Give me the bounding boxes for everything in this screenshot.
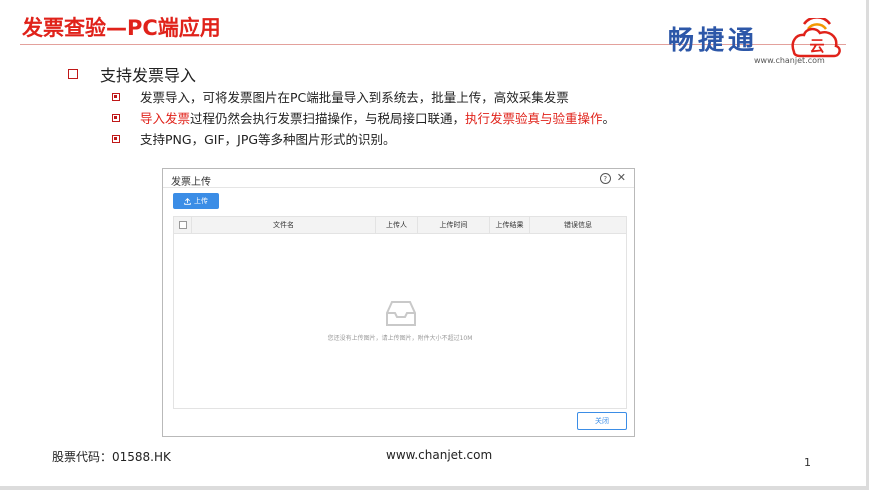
- cloud-logo-icon: 云: [791, 18, 841, 58]
- select-all-column: [174, 217, 192, 233]
- empty-state-text: 您还没有上传图片，请上传图片，附件大小不超过10M: [327, 335, 473, 342]
- column-header-filename: 文件名: [192, 217, 376, 233]
- cloud-char: 云: [809, 37, 824, 55]
- column-header-uploader: 上传人: [376, 217, 418, 233]
- empty-inbox-icon: [386, 301, 416, 326]
- invoice-upload-dialog: 发票上传 ? ✕ 上传 文件名 上传人 上传时间 上传结果 错误信息 您还没有上…: [162, 168, 635, 437]
- sub-bullet-1: 发票导入，可将发票图片在PC端批量导入到系统去，批量上传，高效采集发票: [112, 87, 569, 106]
- column-header-upload-time: 上传时间: [418, 217, 490, 233]
- close-button[interactable]: 关闭: [577, 412, 627, 430]
- square-bullet-icon: [68, 69, 78, 79]
- table-header: 文件名 上传人 上传时间 上传结果 错误信息: [174, 217, 626, 234]
- logo-text: 畅捷通: [668, 26, 759, 56]
- sub-bullet-icon: [112, 92, 120, 101]
- highlight-text: 导入发票: [140, 111, 191, 126]
- upload-file-table: 文件名 上传人 上传时间 上传结果 错误信息 您还没有上传图片，请上传图片，附件…: [173, 216, 627, 409]
- sub-bullet-text: 。: [602, 111, 616, 126]
- close-icon[interactable]: ✕: [617, 171, 626, 184]
- select-all-checkbox[interactable]: [179, 221, 187, 229]
- sub-bullet-text: 支持PNG，GIF，JPG等多种图片形式的识别。: [140, 132, 396, 147]
- sub-bullet-text: 过程仍然会执行发票扫描操作，与税局接口联通，: [190, 111, 466, 126]
- upload-button-label: 上传: [194, 197, 208, 205]
- highlight-text: 执行发票验真与验重操作: [465, 111, 603, 126]
- page-number: 1: [804, 456, 811, 469]
- logo-url: www.chanjet.com: [754, 56, 825, 65]
- column-header-error-info: 错误信息: [564, 221, 592, 229]
- slide-title: 发票查验—PC端应用: [22, 16, 221, 40]
- main-bullet: 支持发票导入: [68, 62, 196, 86]
- main-bullet-text: 支持发票导入: [100, 66, 197, 85]
- slide: 发票查验—PC端应用 畅捷通 云 www.chanjet.com 支持发票导入 …: [0, 0, 866, 486]
- footer-website: www.chanjet.com: [386, 448, 493, 462]
- sub-bullet-3: 支持PNG，GIF，JPG等多种图片形式的识别。: [112, 129, 396, 148]
- column-header-upload-result: 上传结果: [490, 217, 530, 233]
- dialog-title: 发票上传: [171, 177, 211, 188]
- sub-bullet-text: 发票导入，可将发票图片在PC端批量导入到系统去，批量上传，高效采集发票: [140, 90, 569, 105]
- stock-code: 股票代码：01588.HK: [52, 450, 171, 464]
- upload-icon: [184, 197, 191, 205]
- sub-bullet-icon: [112, 113, 120, 122]
- chanjet-logo: 畅捷通 云 www.chanjet.com: [668, 16, 848, 68]
- sub-bullet-2: 导入发票 过程仍然会执行发票扫描操作，与税局接口联通， 执行发票验真与验重操作。: [112, 108, 615, 127]
- dialog-controls: ? ✕: [599, 171, 626, 184]
- help-icon[interactable]: ?: [599, 173, 611, 184]
- dialog-divider: [163, 187, 634, 188]
- upload-button[interactable]: 上传: [173, 193, 219, 209]
- sub-bullet-icon: [112, 134, 120, 143]
